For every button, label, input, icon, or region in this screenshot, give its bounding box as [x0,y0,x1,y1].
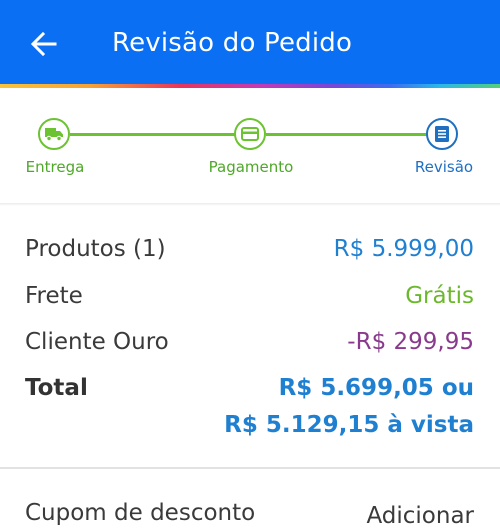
gold-discount-value: -R$ 299,95 [347,329,474,355]
total-label: Total [25,375,88,401]
add-coupon-button[interactable]: Adicionar [366,503,474,529]
stepper-shadow [0,203,500,206]
step-connector-2 [266,133,428,136]
credit-card-icon [241,127,259,141]
coupon-label: Cupom de desconto [25,500,256,526]
step-entrega[interactable] [38,118,70,150]
page-title: Revisão do Pedido [112,28,353,58]
step-revisao[interactable] [426,118,458,150]
total-value-cash: R$ 5.129,15 à vista [224,412,474,438]
step-pagamento[interactable] [234,118,266,150]
total-value-installments: R$ 5.699,05 ou [278,375,474,401]
step-label-entrega: Entrega [25,158,85,176]
app-header: Revisão do Pedido [0,0,500,84]
shipping-label: Frete [25,283,83,309]
step-label-pagamento: Pagamento [208,158,294,176]
products-label: Produtos (1) [25,236,166,262]
section-divider [0,467,500,469]
arrow-left-icon [30,31,57,57]
shipping-value: Grátis [405,283,474,309]
checkout-stepper: Entrega Pagamento Revisão [0,88,500,204]
truck-icon [45,128,63,141]
back-button[interactable] [26,26,62,62]
step-connector-1 [70,133,236,136]
gold-discount-label: Cliente Ouro [25,329,169,355]
receipt-icon [435,126,449,142]
products-value: R$ 5.999,00 [333,236,474,262]
step-label-revisao: Revisão [414,158,474,176]
